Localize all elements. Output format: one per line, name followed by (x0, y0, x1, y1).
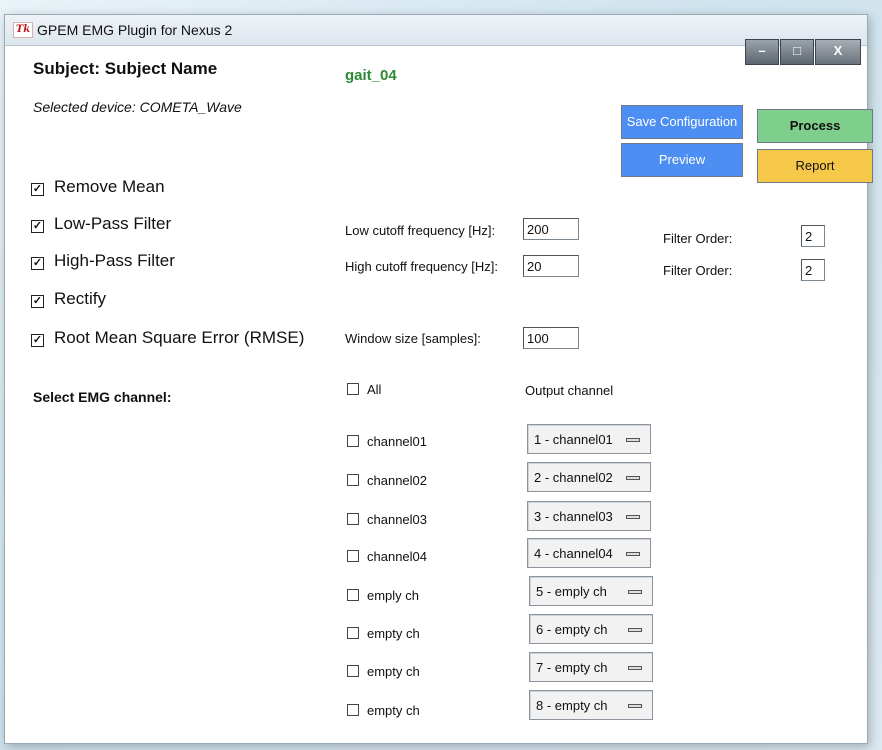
channel-label: empty ch (367, 703, 420, 718)
output-channel-value: 4 - channel04 (534, 546, 613, 561)
output-channel-value: 7 - empty ch (536, 660, 608, 675)
output-channel-value: 5 - emply ch (536, 584, 607, 599)
low-cutoff-input[interactable]: 200 (523, 218, 579, 240)
minimize-icon[interactable]: – (745, 39, 779, 65)
high-pass-filter-checkbox[interactable]: ✓ High-Pass Filter (31, 251, 175, 271)
window-controls: – □ X (744, 39, 861, 65)
all-label: All (367, 382, 382, 397)
channel-checkbox[interactable]: empty ch (347, 626, 420, 641)
checkbox-checked-icon: ✓ (31, 183, 44, 196)
output-channel-header: Output channel (525, 383, 614, 398)
output-channel-select[interactable]: 4 - channel04 (527, 538, 651, 568)
remove-mean-label: Remove Mean (54, 177, 165, 196)
filter-order-input-1[interactable]: 2 (801, 225, 825, 247)
dropdown-indicator-icon (626, 515, 640, 519)
channel-label: channel04 (367, 549, 427, 564)
checkbox-unchecked-icon (347, 627, 359, 639)
output-channel-select[interactable]: 7 - empty ch (529, 652, 653, 682)
high-pass-filter-label: High-Pass Filter (54, 251, 175, 270)
output-channel-select[interactable]: 2 - channel02 (527, 462, 651, 492)
selected-device-label: Selected device: COMETA_Wave (33, 99, 242, 115)
filter-order-label-2: Filter Order: (663, 263, 733, 278)
channel-label: channel03 (367, 512, 427, 527)
tk-app-icon: Tk (13, 22, 33, 38)
checkbox-checked-icon: ✓ (31, 334, 44, 347)
report-button[interactable]: Report (757, 149, 873, 183)
dropdown-indicator-icon (626, 552, 640, 556)
rectify-label: Rectify (54, 289, 106, 308)
rectify-checkbox[interactable]: ✓ Rectify (31, 289, 106, 309)
trial-name: gait_04 (345, 67, 397, 84)
output-channel-select[interactable]: 8 - empty ch (529, 690, 653, 720)
select-emg-channel-label: Select EMG channel: (33, 389, 172, 405)
close-icon[interactable]: X (815, 39, 861, 65)
checkbox-unchecked-icon (347, 665, 359, 677)
channel-checkbox[interactable]: channel03 (347, 512, 427, 527)
output-channel-value: 1 - channel01 (534, 432, 613, 447)
channel-label: empty ch (367, 664, 420, 679)
channel-label: channel02 (367, 473, 427, 488)
checkbox-unchecked-icon (347, 435, 359, 447)
channel-checkbox[interactable]: channel01 (347, 434, 427, 449)
subject-label: Subject: Subject Name (33, 59, 218, 78)
output-channel-value: 8 - empty ch (536, 698, 608, 713)
channel-label: emply ch (367, 588, 420, 603)
filter-order-label-1: Filter Order: (663, 231, 733, 246)
process-button[interactable]: Process (757, 109, 873, 143)
channel-checkbox[interactable]: channel02 (347, 473, 427, 488)
low-cutoff-label: Low cutoff frequency [Hz]: (345, 223, 496, 238)
rmse-checkbox[interactable]: ✓ Root Mean Square Error (RMSE) (31, 328, 304, 348)
channel-checkbox[interactable]: empty ch (347, 703, 420, 718)
high-cutoff-input[interactable]: 20 (523, 255, 579, 277)
high-cutoff-label: High cutoff frequency [Hz]: (345, 259, 498, 274)
channel-checkbox[interactable]: channel04 (347, 549, 427, 564)
low-pass-filter-label: Low-Pass Filter (54, 214, 172, 233)
plugin-window: Tk GPEM EMG Plugin for Nexus 2 – □ X Sub… (4, 14, 873, 744)
output-channel-select[interactable]: 5 - emply ch (529, 576, 653, 606)
filter-order-input-2[interactable]: 2 (801, 259, 825, 281)
rmse-label: Root Mean Square Error (RMSE) (54, 328, 305, 347)
maximize-icon[interactable]: □ (780, 39, 814, 65)
output-channel-select[interactable]: 6 - empty ch (529, 614, 653, 644)
dropdown-indicator-icon (626, 476, 640, 480)
low-pass-filter-checkbox[interactable]: ✓ Low-Pass Filter (31, 214, 171, 234)
checkbox-unchecked-icon (347, 589, 359, 601)
all-channels-checkbox[interactable]: All (347, 382, 381, 397)
channel-checkbox[interactable]: emply ch (347, 588, 419, 603)
checkbox-unchecked-icon (347, 513, 359, 525)
checkbox-checked-icon: ✓ (31, 295, 44, 308)
window-size-input[interactable]: 100 (523, 327, 579, 349)
checkbox-checked-icon: ✓ (31, 257, 44, 270)
save-configuration-button[interactable]: Save Configuration (621, 105, 743, 139)
checkbox-checked-icon: ✓ (31, 220, 44, 233)
checkbox-unchecked-icon (347, 383, 359, 395)
window-size-label: Window size [samples]: (345, 331, 481, 346)
checkbox-unchecked-icon (347, 474, 359, 486)
channel-label: channel01 (367, 434, 427, 449)
dropdown-indicator-icon (628, 666, 642, 670)
output-channel-select[interactable]: 1 - channel01 (527, 424, 651, 454)
title-bar[interactable]: Tk GPEM EMG Plugin for Nexus 2 (5, 15, 867, 46)
output-channel-value: 2 - channel02 (534, 470, 613, 485)
dropdown-indicator-icon (626, 438, 640, 442)
channel-label: empty ch (367, 626, 420, 641)
dropdown-indicator-icon (628, 704, 642, 708)
preview-button[interactable]: Preview (621, 143, 743, 177)
checkbox-unchecked-icon (347, 704, 359, 716)
dropdown-indicator-icon (628, 628, 642, 632)
window-title: GPEM EMG Plugin for Nexus 2 (37, 22, 233, 38)
remove-mean-checkbox[interactable]: ✓ Remove Mean (31, 177, 165, 197)
dropdown-indicator-icon (628, 590, 642, 594)
output-channel-value: 3 - channel03 (534, 509, 613, 524)
checkbox-unchecked-icon (347, 550, 359, 562)
output-channel-select[interactable]: 3 - channel03 (527, 501, 651, 531)
channel-checkbox[interactable]: empty ch (347, 664, 420, 679)
output-channel-value: 6 - empty ch (536, 622, 608, 637)
